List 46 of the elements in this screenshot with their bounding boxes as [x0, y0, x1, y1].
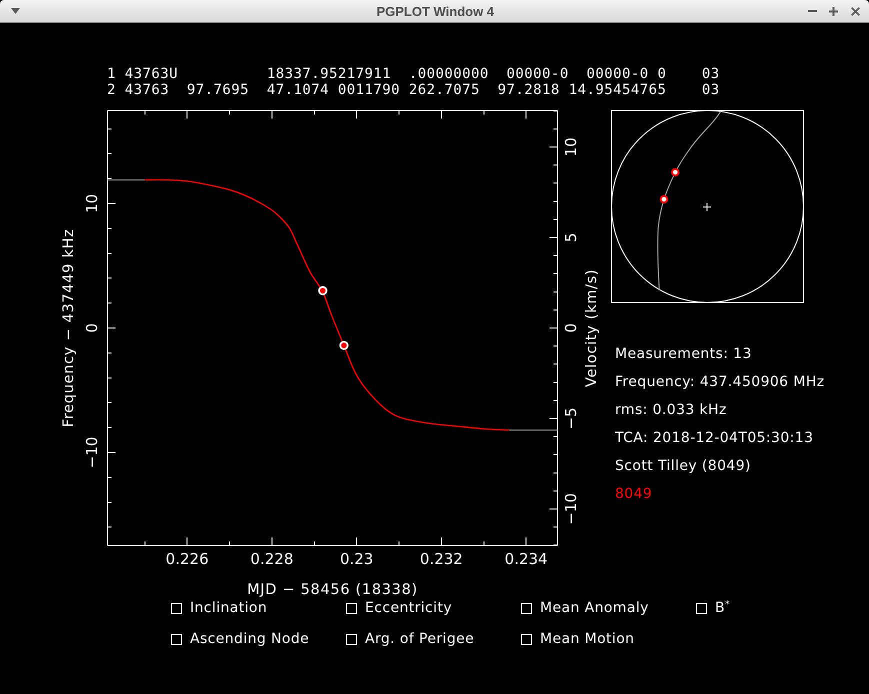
tick-label: 10 — [562, 138, 580, 157]
plus-icon — [702, 202, 712, 212]
checkbox[interactable] — [521, 602, 532, 614]
checkbox[interactable] — [171, 602, 182, 614]
tle-line: 1 43763U 18337.95217911 .00000000 00000-0 00000-0 0 03 — [107, 66, 720, 82]
checkbox-label: Ascending Node — [190, 630, 310, 648]
marker-point — [671, 168, 680, 176]
tick-label: 0.226 — [166, 550, 209, 568]
tick-label: 10 — [83, 194, 101, 214]
tle-line: 2 43763 97.7695 47.1074 0011790 262.7075 97.2818 14.95454765 03 — [107, 82, 720, 98]
axis-title: MJD − 58456 (18338) — [247, 582, 418, 597]
plus-icon[interactable] — [829, 6, 838, 16]
tick-label: 0.234 — [504, 550, 548, 568]
tick-label: −10 — [562, 493, 580, 525]
tick-label: 0.228 — [250, 550, 294, 568]
checkbox-label: Eccentricity — [365, 600, 452, 616]
tick-label: −5 — [562, 407, 580, 430]
checkbox[interactable] — [346, 602, 357, 614]
checkbox-label: Mean Motion — [540, 630, 634, 648]
info-text: Measurements: 13 — [615, 346, 752, 362]
minus-icon[interactable] — [808, 10, 816, 12]
close-icon[interactable] — [850, 6, 860, 16]
checkbox[interactable] — [171, 634, 182, 644]
axis-title: Frequency − 437449 kHz — [61, 228, 77, 428]
info-text: TCA: 2018-12-04T05:30:13 — [615, 430, 814, 446]
tick-label: 0.23 — [340, 550, 374, 568]
tick-label: 0 — [83, 323, 101, 333]
tick-label: −10 — [83, 436, 101, 468]
checkbox-label: Inclination — [190, 600, 268, 616]
checkbox-label: Arg. of Perigee — [365, 630, 474, 648]
checkbox-label: B$^{*}$ — [715, 600, 730, 616]
info-text: Scott Tilley (8049) — [615, 458, 751, 474]
tick-label: 0 — [562, 323, 580, 333]
tick-label: 5 — [562, 232, 580, 242]
tick-label: 0.232 — [420, 550, 463, 568]
info-text: rms: 0.033 kHz — [615, 402, 727, 418]
info-text: Frequency: 437.450906 MHz — [615, 374, 824, 390]
window-title: PGPLOT Window 4 — [376, 4, 494, 18]
checkbox[interactable] — [696, 602, 707, 614]
caret-icon[interactable] — [11, 8, 20, 14]
info-text: 8049 — [615, 486, 652, 502]
checkbox-label: Mean Anomaly — [540, 600, 649, 616]
checkbox[interactable] — [521, 634, 532, 644]
checkbox[interactable] — [346, 634, 357, 644]
axis-title: Velocity (km/s) — [584, 268, 600, 388]
marker-point — [660, 195, 668, 204]
